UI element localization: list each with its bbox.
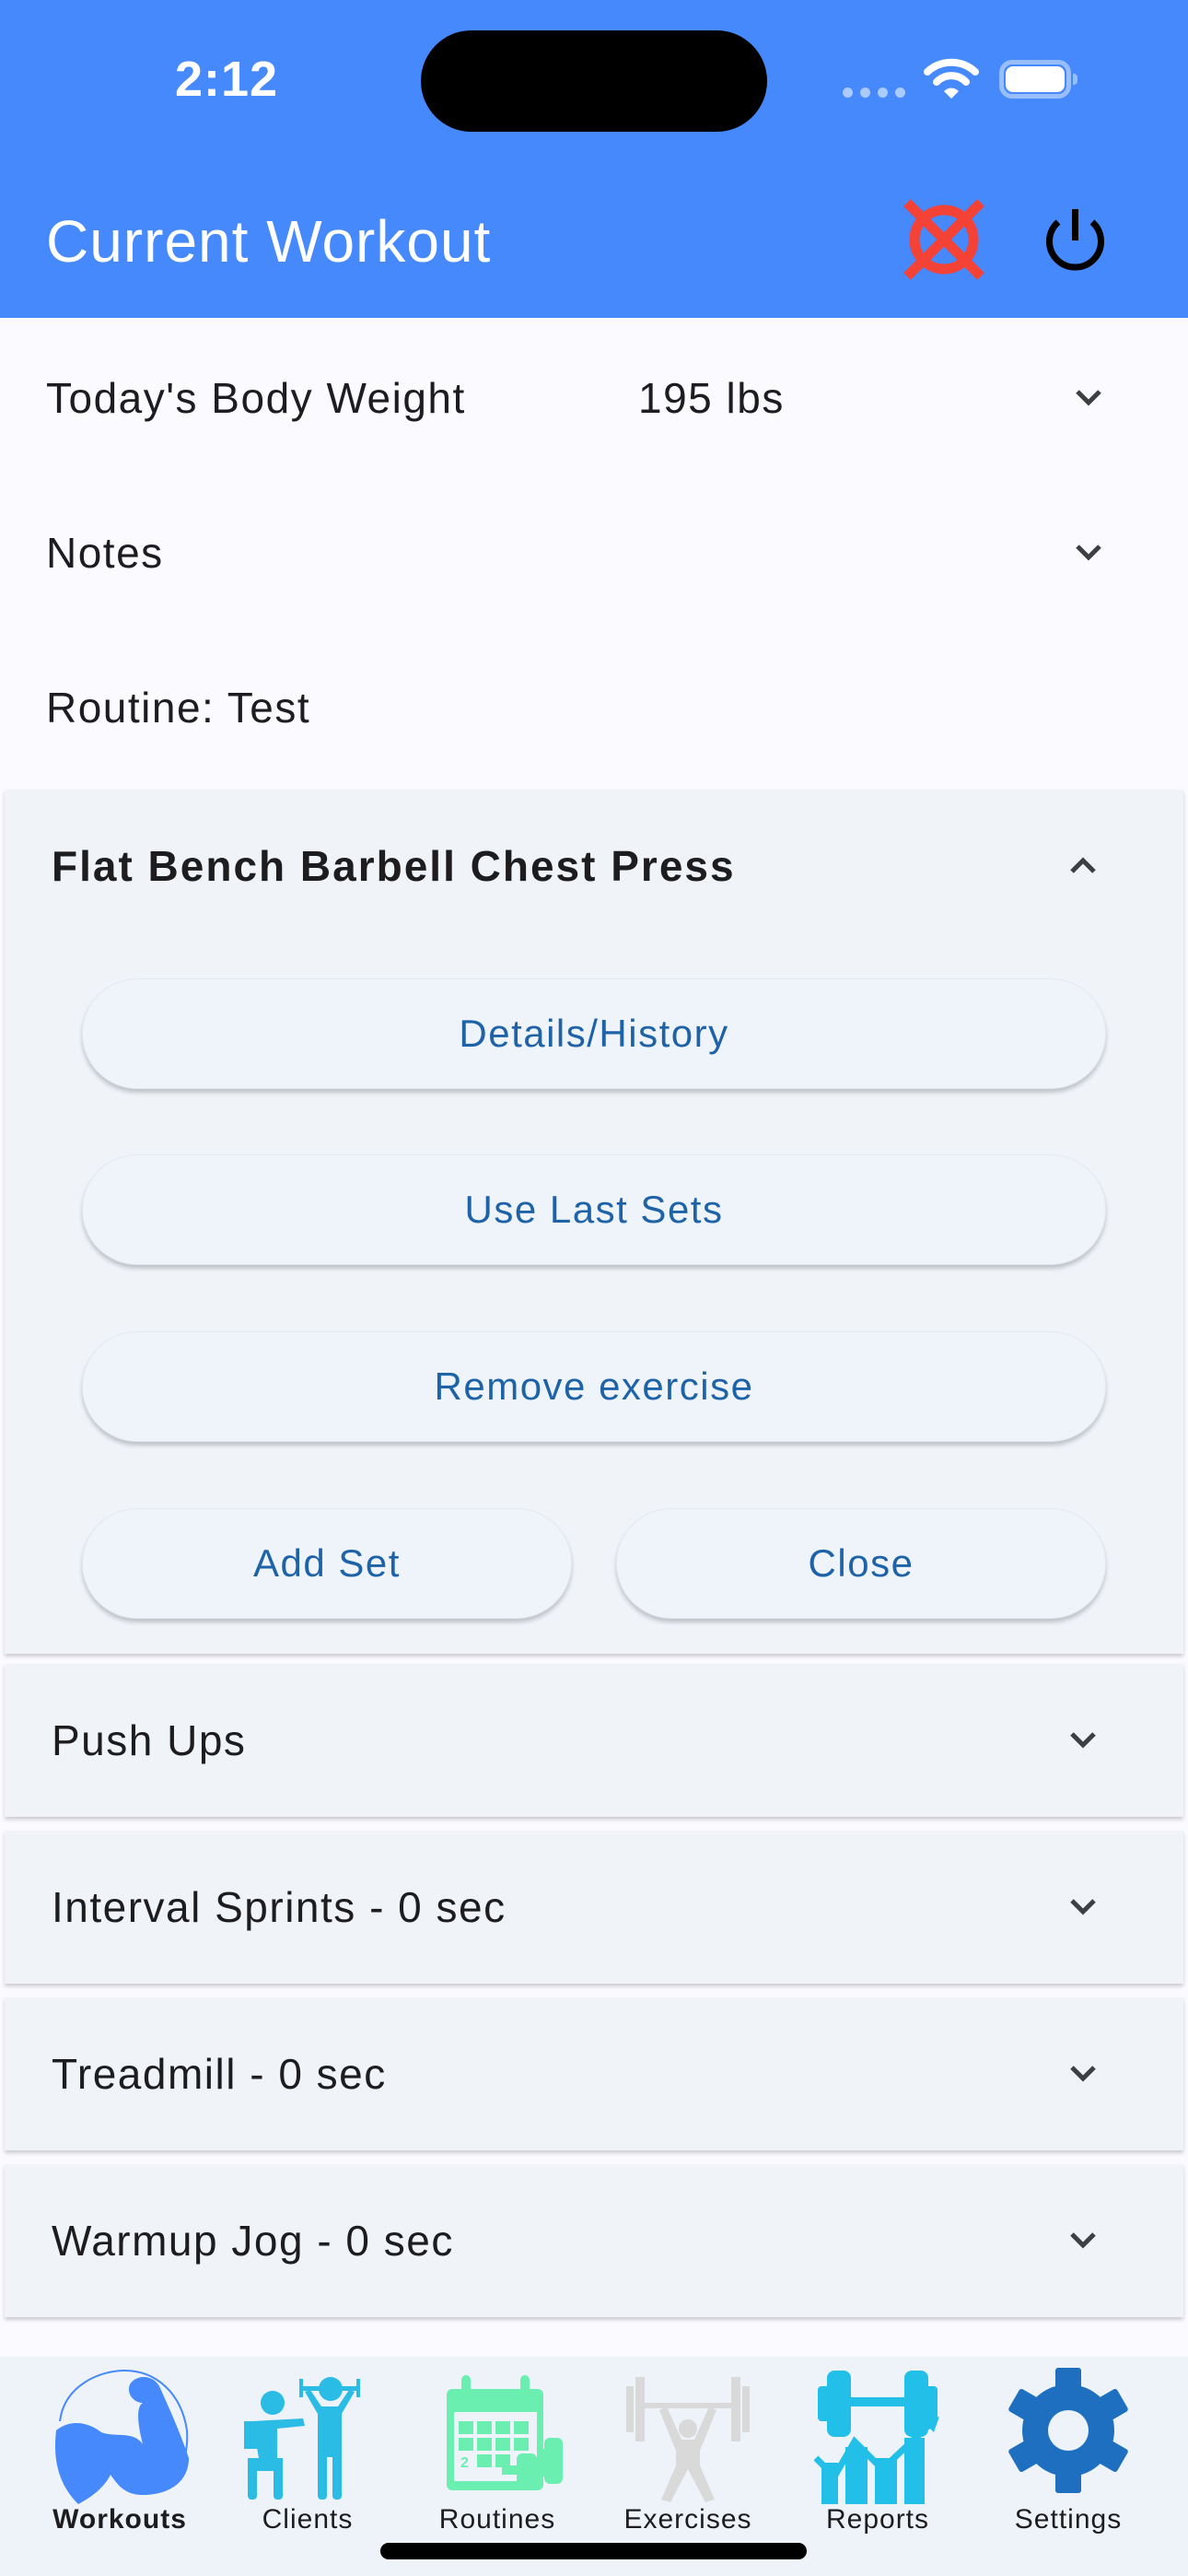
cellular-signal-icon <box>843 88 905 98</box>
nav-item-clients[interactable]: Clients <box>213 2357 402 2576</box>
power-icon[interactable] <box>1041 207 1110 276</box>
status-time: 2:12 <box>175 52 279 107</box>
chevron-down-icon[interactable] <box>1063 1720 1103 1761</box>
body-weight-value: 195 lbs <box>638 374 785 422</box>
notes-row[interactable]: Notes <box>0 475 1188 630</box>
exercise-card[interactable]: Warmup Jog - 0 sec <box>5 2164 1183 2317</box>
exercise-card[interactable]: Interval Sprints - 0 sec <box>5 1831 1183 1984</box>
nav-label: Reports <box>825 2504 930 2535</box>
svg-text:2: 2 <box>460 2455 469 2471</box>
nav-item-settings[interactable]: Settings <box>973 2357 1163 2576</box>
screen: 2:12 Current Workout Today's Body Weight… <box>0 0 1188 2576</box>
nav-item-workouts[interactable]: Workouts <box>25 2357 215 2576</box>
app-header: 2:12 Current Workout <box>0 0 1188 318</box>
home-indicator <box>380 2543 807 2559</box>
body-weight-row[interactable]: Today's Body Weight 195 lbs <box>0 321 1188 475</box>
exercise-title: Treadmill - 0 sec <box>52 2050 387 2098</box>
flexed-bicep-icon <box>55 2369 189 2504</box>
dynamic-island <box>421 30 767 132</box>
gear-icon <box>1008 2368 1128 2493</box>
battery-icon <box>999 60 1077 99</box>
chevron-down-icon[interactable] <box>1068 533 1109 573</box>
dumbbell-chart-icon <box>813 2371 939 2504</box>
page-title: Current Workout <box>46 208 492 275</box>
exercise-title: Warmup Jog - 0 sec <box>52 2217 454 2265</box>
exercise-card[interactable]: Treadmill - 0 sec <box>5 1997 1183 2150</box>
body-weight-label: Today's Body Weight <box>46 374 466 422</box>
chevron-down-icon[interactable] <box>1063 2054 1103 2094</box>
chevron-down-icon[interactable] <box>1063 2220 1103 2261</box>
remove-exercise-button[interactable]: Remove exercise <box>82 1331 1106 1442</box>
chevron-up-icon[interactable] <box>1063 845 1103 885</box>
calendar-dumbbell-icon: 2 <box>447 2375 563 2490</box>
wifi-icon <box>924 58 979 99</box>
chevron-down-icon[interactable] <box>1068 378 1109 418</box>
exercise-card[interactable]: Push Ups <box>5 1664 1183 1817</box>
cancel-workout-icon[interactable] <box>903 198 985 281</box>
exercise-title: Push Ups <box>52 1716 247 1764</box>
nav-label: Clients <box>262 2504 354 2535</box>
exercise-title: Interval Sprints - 0 sec <box>52 1883 507 1931</box>
close-button[interactable]: Close <box>616 1508 1106 1619</box>
exercise-card-expanded: Flat Bench Barbell Chest Press Details/H… <box>5 790 1183 1654</box>
add-set-button[interactable]: Add Set <box>82 1508 572 1619</box>
nav-item-reports[interactable]: Reports <box>783 2357 973 2576</box>
routine-label: Routine: Test <box>46 684 311 732</box>
nav-label: Exercises <box>623 2504 752 2535</box>
nav-label: Settings <box>1014 2504 1123 2535</box>
exercise-title[interactable]: Flat Bench Barbell Chest Press <box>52 841 736 891</box>
nav-label: Routines <box>438 2504 556 2535</box>
notes-label: Notes <box>46 529 164 577</box>
weightlifter-icon <box>626 2377 750 2502</box>
routine-label-row: Routine: Test <box>0 630 1188 785</box>
nav-label: Workouts <box>52 2504 187 2535</box>
use-last-sets-button[interactable]: Use Last Sets <box>82 1154 1106 1265</box>
details-history-button[interactable]: Details/History <box>82 978 1106 1089</box>
chevron-down-icon[interactable] <box>1063 1887 1103 1927</box>
trainer-client-icon <box>244 2377 360 2500</box>
